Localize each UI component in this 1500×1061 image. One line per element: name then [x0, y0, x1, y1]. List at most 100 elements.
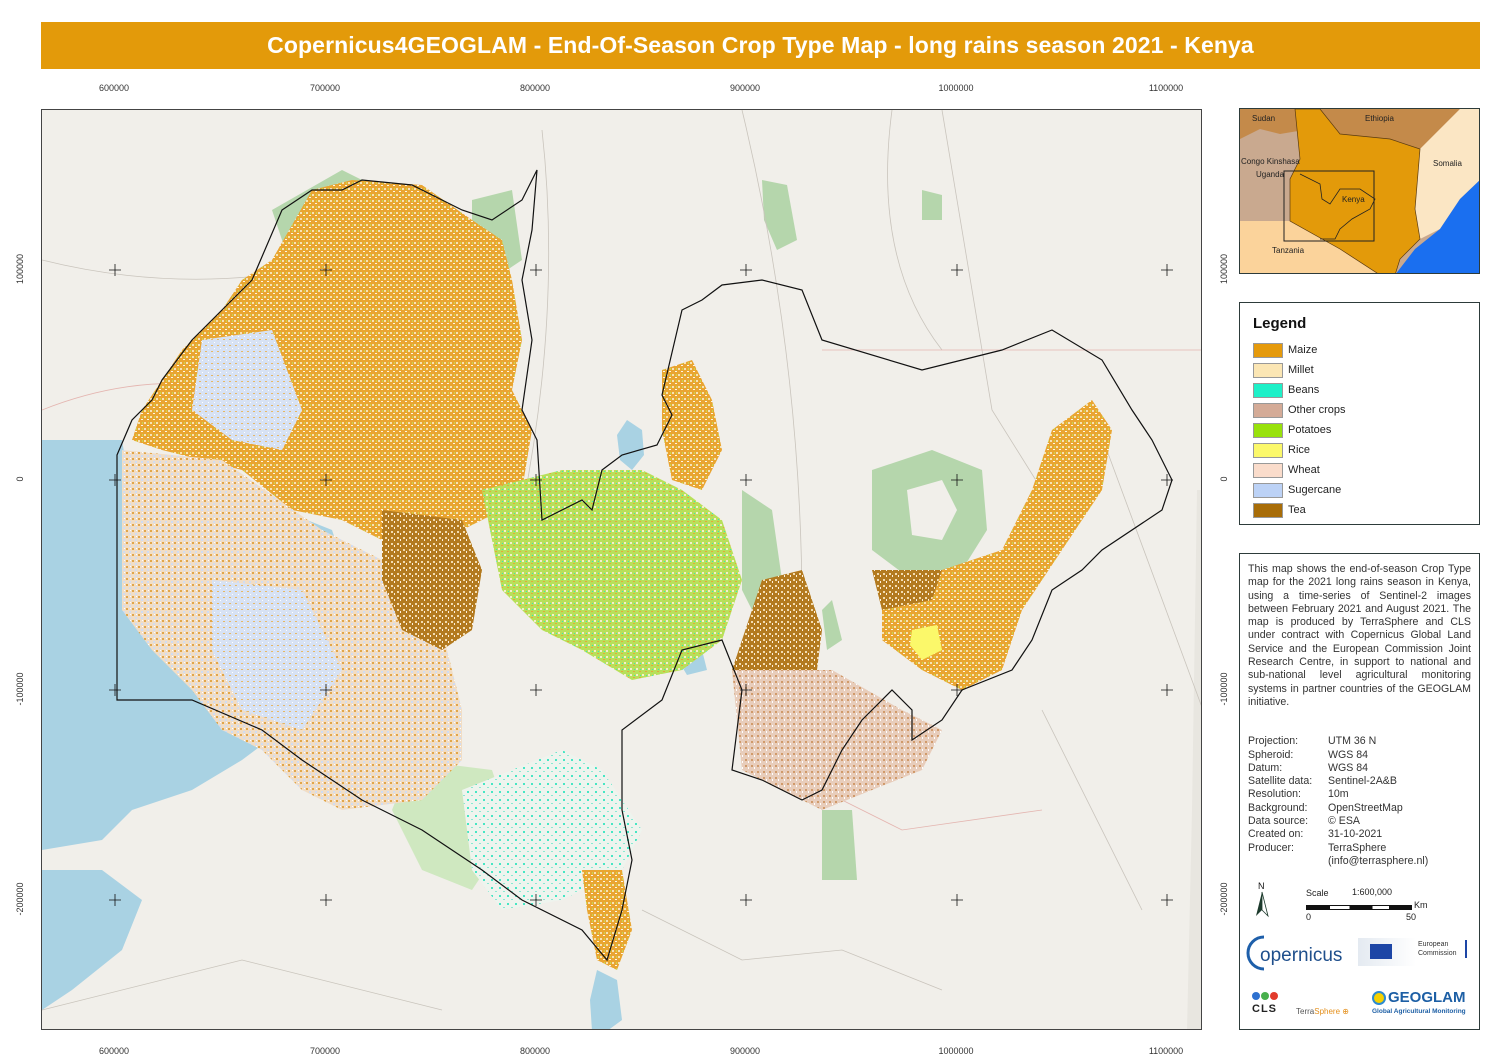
metadata-value: 10m [1328, 788, 1349, 801]
metadata-key: Spheroid: [1248, 748, 1294, 761]
metadata-row: Data source: © ESA [1248, 815, 1471, 828]
legend-item: Beans [1253, 380, 1466, 400]
legend-swatch [1253, 342, 1283, 358]
inset-label-ethiopia: Ethiopia [1365, 114, 1394, 123]
x-tick-bottom: 700000 [309, 1046, 341, 1056]
legend-swatch [1253, 402, 1283, 418]
metadata-row: Background: OpenStreetMap [1248, 802, 1471, 815]
crop-region-central-potatoes [482, 470, 742, 680]
metadata-key: Projection: [1248, 735, 1299, 748]
x-tick-top: 600000 [98, 83, 130, 93]
north-arrow-icon: N [1256, 881, 1269, 918]
terrasphere-globe-icon: ⊕ [1342, 1007, 1349, 1016]
x-tick-bottom: 900000 [729, 1046, 761, 1056]
metadata-key: Created on: [1248, 828, 1304, 841]
legend-item: Potatoes [1253, 420, 1466, 440]
terrasphere-logo: TerraSphere ⊕ [1296, 1007, 1349, 1016]
inset-map-canvas: Sudan Ethiopia Congo Kinshasa Uganda Som… [1240, 109, 1479, 273]
european-commission-logo: European Commission [1358, 934, 1468, 968]
metadata-value: UTM 36 N [1328, 735, 1377, 748]
cls-logo: CLS [1252, 992, 1292, 1022]
x-tick-top: 900000 [729, 83, 761, 93]
legend-item: Millet [1253, 360, 1466, 380]
legend-items: Maize Millet Beans Other crops Potatoes Rice W… [1253, 340, 1466, 520]
map-canvas [42, 110, 1201, 1029]
legend-item: Rice [1253, 440, 1466, 460]
copernicus-text: opernicus [1260, 945, 1343, 966]
metadata-key: Datum: [1248, 761, 1283, 774]
x-tick-bottom: 600000 [98, 1046, 130, 1056]
legend-label: Sugercane [1288, 484, 1342, 496]
metadata-value: OpenStreetMap [1328, 801, 1403, 814]
metadata-key: Satellite data: [1248, 775, 1313, 788]
legend-item: Wheat [1253, 460, 1466, 480]
metadata-key [1248, 855, 1328, 868]
legend-label: Other crops [1288, 404, 1346, 416]
x-tick-bottom: 1000000 [938, 1046, 974, 1056]
legend-label: Maize [1288, 344, 1318, 356]
legend-item: Tea [1253, 500, 1466, 520]
copernicus-logo: opernicus [1246, 934, 1350, 974]
metadata-row: Spheroid: WGS 84 [1248, 749, 1471, 762]
inset-label-uganda: Uganda [1256, 170, 1285, 179]
main-map[interactable] [41, 109, 1202, 1030]
metadata-value: 31-10-2021 [1328, 828, 1383, 841]
legend-swatch [1253, 362, 1283, 378]
metadata-key: Producer: [1248, 841, 1294, 854]
scale-start: 0 [1306, 912, 1312, 922]
x-tick-top: 700000 [309, 83, 341, 93]
legend-label: Millet [1288, 364, 1314, 376]
x-tick-top: 800000 [519, 83, 551, 93]
map-title: Copernicus4GEOGLAM - End-Of-Season Crop … [267, 32, 1254, 58]
crop-region-central-maize [662, 360, 722, 490]
metadata-row: Producer: TerraSphere [1248, 842, 1471, 855]
scale-unit: Km [1414, 900, 1428, 910]
inset-label-somalia: Somalia [1433, 159, 1462, 168]
geoglam-subtitle: Global Agricultural Monitoring [1372, 1008, 1466, 1015]
scale-label: Scale [1306, 888, 1329, 898]
title-bar: Copernicus4GEOGLAM - End-Of-Season Crop … [41, 22, 1480, 69]
inset-label-tanzania: Tanzania [1272, 246, 1305, 255]
legend-swatch [1253, 482, 1283, 498]
metadata-row: Datum: WGS 84 [1248, 762, 1471, 775]
y-tick-left: 100000 [15, 253, 25, 285]
crop-region-se-maize [582, 870, 632, 970]
legend-label: Wheat [1288, 464, 1320, 476]
scale-bar-graphic [1306, 905, 1412, 910]
metadata-value: © ESA [1328, 815, 1360, 828]
eu-flag-icon [1370, 944, 1392, 959]
metadata-value: (info@terrasphere.nl) [1328, 854, 1429, 867]
metadata-row: Resolution: 10m [1248, 788, 1471, 801]
metadata-value: Sentinel-2A&B [1328, 775, 1397, 788]
y-tick-right: -100000 [1219, 672, 1229, 706]
legend-label: Beans [1288, 384, 1320, 396]
y-tick-right: -200000 [1219, 882, 1229, 916]
metadata-list: Projection: UTM 36 N Spheroid: WGS 84 Datum:… [1248, 735, 1471, 868]
legend-title: Legend [1253, 315, 1307, 332]
x-tick-top: 1000000 [938, 83, 974, 93]
metadata-key: Data source: [1248, 815, 1309, 828]
metadata-row: Satellite data: Sentinel-2A&B [1248, 775, 1471, 788]
map-description: This map shows the end-of-season Crop Ty… [1248, 563, 1471, 708]
inset-label-sudan: Sudan [1252, 114, 1275, 123]
north-label: N [1258, 881, 1265, 891]
inset-label-congo: Congo Kinshasa [1241, 157, 1300, 166]
legend-swatch [1253, 502, 1283, 518]
logos: opernicus European Commission CLS TerraS… [1240, 934, 1479, 1029]
y-tick-left: -100000 [15, 672, 25, 706]
geoglam-logo: GEOGLAM Global Agricultural Monitoring [1372, 989, 1472, 1025]
metadata-value: WGS 84 [1328, 761, 1369, 774]
legend-swatch [1253, 462, 1283, 478]
legend-item: Other crops [1253, 400, 1466, 420]
legend-label: Rice [1288, 444, 1311, 456]
legend-swatch [1253, 422, 1283, 438]
ec-text-1: European [1418, 941, 1449, 948]
scale-end: 50 [1406, 912, 1417, 922]
geoglam-globe-icon [1372, 991, 1386, 1005]
inset-map: Sudan Ethiopia Congo Kinshasa Uganda Som… [1239, 108, 1480, 274]
legend-panel: Legend Maize Millet Beans Other crops Potato… [1239, 302, 1480, 525]
metadata-value: WGS 84 [1328, 748, 1369, 761]
y-tick-left: -200000 [15, 882, 25, 916]
x-tick-bottom: 800000 [519, 1046, 551, 1056]
legend-item: Sugercane [1253, 480, 1466, 500]
